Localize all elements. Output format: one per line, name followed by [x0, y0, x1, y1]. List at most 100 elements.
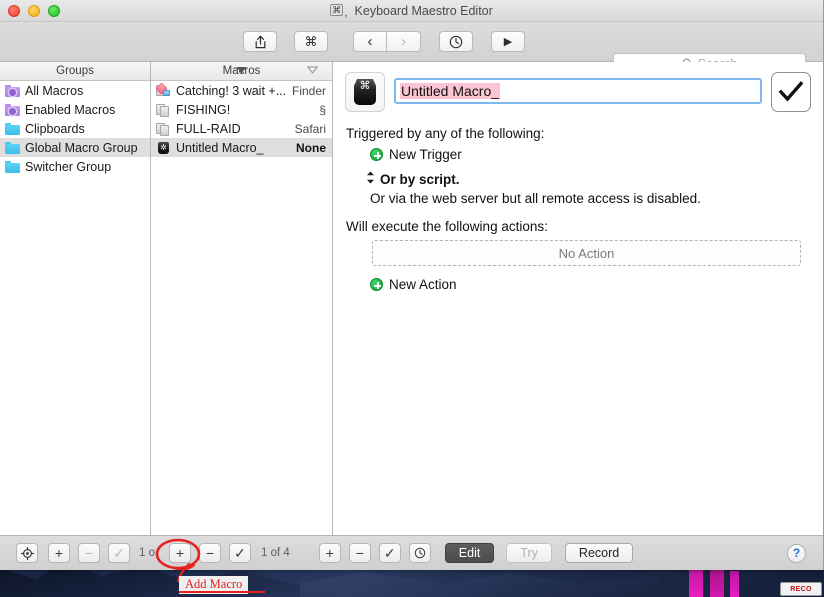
- new-trigger-button[interactable]: New Trigger: [346, 147, 811, 162]
- new-trigger-label: New Trigger: [389, 147, 462, 162]
- clock-icon: [449, 35, 463, 48]
- sidebar-item-enabled-macros[interactable]: Enabled Macros: [0, 100, 150, 119]
- folder-icon: [5, 122, 20, 135]
- group-label: Switcher Group: [25, 159, 112, 174]
- back-button[interactable]: ‹: [353, 31, 387, 52]
- macro-trigger-app: Finder: [291, 83, 326, 98]
- plus-icon: +: [54, 545, 64, 561]
- window-title-wrap: ⌘, Keyboard Maestro Editor: [0, 0, 823, 22]
- folder-icon: [5, 141, 20, 154]
- macros-remove-button[interactable]: −: [199, 543, 221, 563]
- share-button[interactable]: [243, 31, 277, 52]
- new-action-label: New Action: [389, 277, 457, 292]
- plus-circle-green-icon: [370, 148, 383, 161]
- plus-icon: +: [325, 545, 334, 561]
- action-timing-button[interactable]: [408, 543, 431, 563]
- edit-label: Edit: [458, 546, 481, 560]
- groups-count: 1 o: [139, 547, 155, 559]
- sidebar-item-switcher-group[interactable]: Switcher Group: [0, 157, 150, 176]
- macro-icon-button[interactable]: ⌘: [345, 72, 385, 112]
- keycap-command-icon: ⌘: [354, 79, 376, 105]
- toggle-group-enabled-button[interactable]: ✓: [108, 543, 130, 563]
- macro-row-fishing[interactable]: FISHING! §: [151, 100, 332, 119]
- macro-row-catching[interactable]: Catching! 3 wait +... Finder: [151, 81, 332, 100]
- desktop-window-sliver-2: [710, 567, 724, 597]
- title-slash-icon: ,: [344, 5, 348, 19]
- add-action-button[interactable]: +: [318, 543, 341, 563]
- macro-enabled-checkbox[interactable]: [771, 72, 811, 112]
- try-label: Try: [520, 546, 538, 560]
- new-action-button[interactable]: New Action: [346, 277, 811, 292]
- command-icon: ⌘: [304, 33, 318, 49]
- macros-column-header: Macros: [151, 62, 332, 81]
- macro-editor-pane: ⌘ Untitled Macro_ Triggered by any of th…: [333, 62, 823, 535]
- will-execute-heading: Will execute the following actions:: [346, 219, 548, 234]
- macro-name-input[interactable]: Untitled Macro_: [394, 78, 762, 104]
- or-by-script-row[interactable]: Or by script.: [346, 171, 811, 187]
- triangle-down-filled-icon[interactable]: [236, 65, 247, 77]
- macro-keycap-icon: [156, 141, 171, 155]
- group-label: All Macros: [25, 83, 84, 98]
- main-toolbar: ⌘ ‹ › ▶ Search: [0, 22, 823, 74]
- remove-action-button[interactable]: −: [348, 543, 371, 563]
- record-button[interactable]: Record: [564, 543, 634, 563]
- toggle-macro-enabled-button[interactable]: ✓: [229, 543, 251, 563]
- sidebar-item-clipboards[interactable]: Clipboards: [0, 119, 150, 138]
- plus-icon: +: [175, 545, 185, 561]
- edit-button[interactable]: Edit: [444, 543, 495, 563]
- window-titlebar: ⌘, Keyboard Maestro Editor: [0, 0, 823, 22]
- macros-add-button[interactable]: +: [169, 543, 191, 563]
- updown-arrows-icon: [366, 171, 375, 187]
- try-button[interactable]: Try: [506, 543, 552, 563]
- macro-row-untitled-macro[interactable]: Untitled Macro_ None: [151, 138, 332, 157]
- checkmark-icon: ✓: [234, 544, 246, 561]
- checkmark-icon: [778, 81, 804, 102]
- sidebar-item-global-macro-group[interactable]: Global Macro Group: [0, 138, 150, 157]
- macro-name: Catching! 3 wait +...: [176, 83, 287, 98]
- macros-count: 1 of 4: [261, 547, 290, 559]
- question-mark-icon: ?: [792, 546, 801, 560]
- groups-list: All Macros Enabled Macros Clipboards Glo…: [0, 81, 150, 176]
- run-button[interactable]: ▶: [491, 31, 525, 52]
- recent-macros-button[interactable]: [439, 31, 473, 52]
- desktop-badge: RECO: [780, 582, 822, 596]
- macro-row-full-raid[interactable]: FULL-RAID Safari: [151, 119, 332, 138]
- clock-icon: [414, 547, 426, 559]
- groups-settings-button[interactable]: [16, 543, 38, 563]
- sidebar-item-all-macros[interactable]: All Macros: [0, 81, 150, 100]
- groups-column: Groups All Macros Enabled Macros Clipboa…: [0, 62, 151, 535]
- no-action-placeholder[interactable]: No Action: [372, 240, 801, 266]
- macro-name: FULL-RAID: [176, 121, 241, 136]
- toggle-action-enabled-button[interactable]: ✓: [378, 543, 401, 563]
- triggered-heading: Triggered by any of the following:: [346, 126, 545, 141]
- main-body: Groups All Macros Enabled Macros Clipboa…: [0, 62, 823, 535]
- macro-trigger-app: §: [319, 102, 326, 117]
- checkmark-icon: ✓: [383, 544, 396, 561]
- play-icon: ▶: [503, 36, 513, 48]
- command-key-icon: ⌘: [330, 4, 344, 16]
- macro-editor-body: Triggered by any of the following: New T…: [333, 112, 823, 292]
- group-label: Enabled Macros: [25, 102, 116, 117]
- folder-icon: [5, 160, 20, 173]
- smart-group-folder-icon: [5, 84, 20, 97]
- macro-doc-icon: [156, 122, 171, 136]
- macros-column: Macros Catching! 3 wait +... Finder: [151, 62, 333, 535]
- forward-button[interactable]: ›: [387, 31, 421, 52]
- or-by-script-label: Or by script.: [380, 171, 460, 187]
- target-gear-icon: [20, 546, 34, 560]
- add-group-button[interactable]: +: [48, 543, 70, 563]
- macro-name: Untitled Macro_: [176, 140, 264, 155]
- no-action-label: No Action: [558, 245, 615, 261]
- macro-name: FISHING!: [176, 102, 231, 117]
- remove-group-button[interactable]: −: [78, 543, 100, 563]
- chevron-right-icon: ›: [401, 33, 406, 50]
- annotation-underline: [179, 591, 265, 593]
- command-palette-button[interactable]: ⌘: [294, 31, 328, 52]
- help-button[interactable]: ?: [787, 543, 806, 563]
- minus-icon: −: [355, 545, 364, 561]
- page-title: Keyboard Maestro Editor: [354, 4, 493, 18]
- triangle-down-outline-icon[interactable]: [306, 65, 319, 77]
- bottom-toolbar: + − ✓ 1 o + − ✓ 1 of 4 + − ✓ Edit Try Re…: [0, 535, 823, 570]
- macro-trigger-app: Safari: [294, 121, 326, 136]
- macros-list: Catching! 3 wait +... Finder FISHING! § …: [151, 81, 332, 157]
